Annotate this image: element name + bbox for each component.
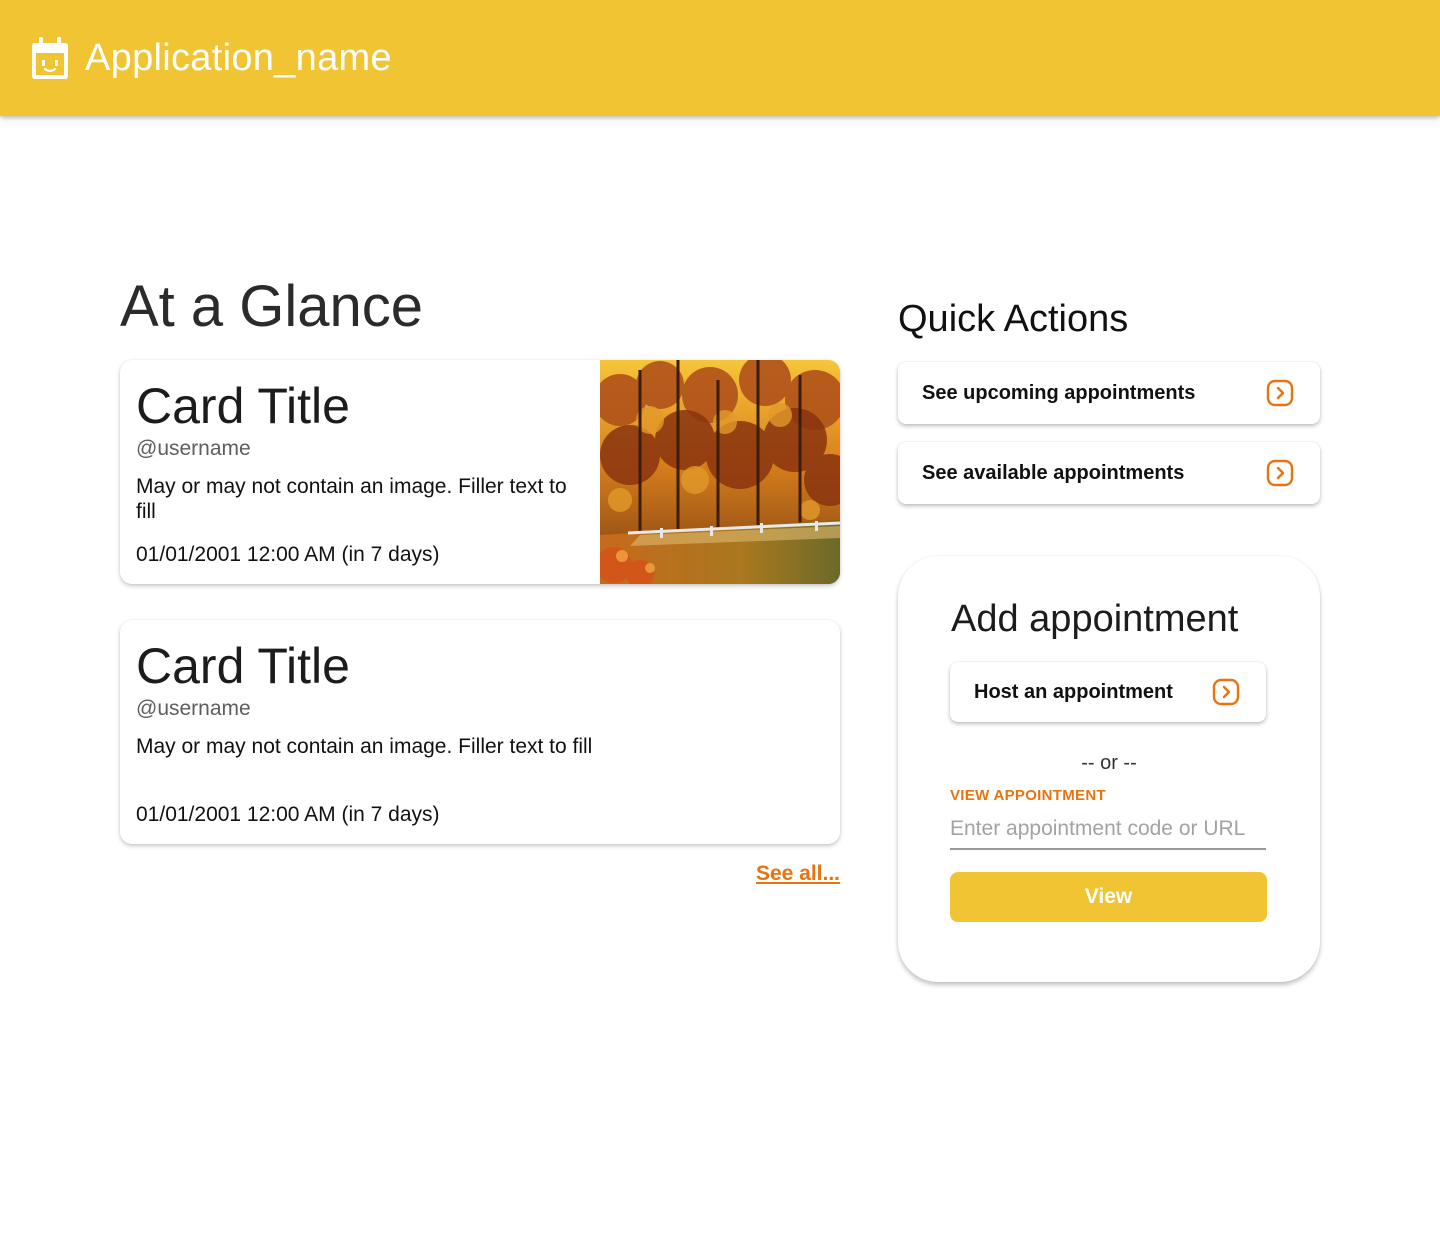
calendar-face-icon <box>32 37 68 79</box>
card-username: @username <box>136 437 251 460</box>
or-divider: -- or -- <box>1081 752 1137 774</box>
appointment-card[interactable]: Card Title @username May or may not cont… <box>120 360 840 584</box>
appointment-card[interactable]: Card Title @username May or may not cont… <box>120 620 840 844</box>
action-label: See available appointments <box>922 461 1185 484</box>
action-label: See upcoming appointments <box>922 381 1196 404</box>
card-title: Card Title <box>136 638 350 694</box>
view-button[interactable]: View <box>950 872 1267 922</box>
card-title: Card Title <box>136 378 350 434</box>
app-title: Application_name <box>85 36 392 79</box>
app-bar: Application_name <box>0 0 1440 116</box>
at-a-glance-heading: At a Glance <box>120 274 424 339</box>
see-available-appointments-button[interactable]: See available appointments <box>898 442 1320 504</box>
quick-actions-heading: Quick Actions <box>898 298 1129 340</box>
card-body-text: May or may not contain an image. Filler … <box>136 475 567 523</box>
view-appointment-label: VIEW APPOINTMENT <box>950 787 1106 804</box>
see-all-link[interactable]: See all... <box>756 862 840 886</box>
add-appointment-card: Add appointment Host an appointment -- o… <box>898 556 1320 982</box>
chevron-right-icon <box>1266 459 1294 487</box>
chevron-right-icon <box>1212 678 1240 706</box>
card-date: 01/01/2001 12:00 AM (in 7 days) <box>136 543 440 566</box>
action-label: Host an appointment <box>974 680 1173 703</box>
host-appointment-button[interactable]: Host an appointment <box>950 662 1266 722</box>
appointment-code-input[interactable] <box>950 810 1266 850</box>
card-body-text: May or may not contain an image. Filler … <box>136 735 593 758</box>
chevron-right-icon <box>1266 379 1294 407</box>
card-date: 01/01/2001 12:00 AM (in 7 days) <box>136 803 440 826</box>
add-appointment-title: Add appointment <box>951 598 1239 640</box>
see-upcoming-appointments-button[interactable]: See upcoming appointments <box>898 362 1320 424</box>
card-username: @username <box>136 697 251 720</box>
autumn-forest-image <box>600 360 840 584</box>
